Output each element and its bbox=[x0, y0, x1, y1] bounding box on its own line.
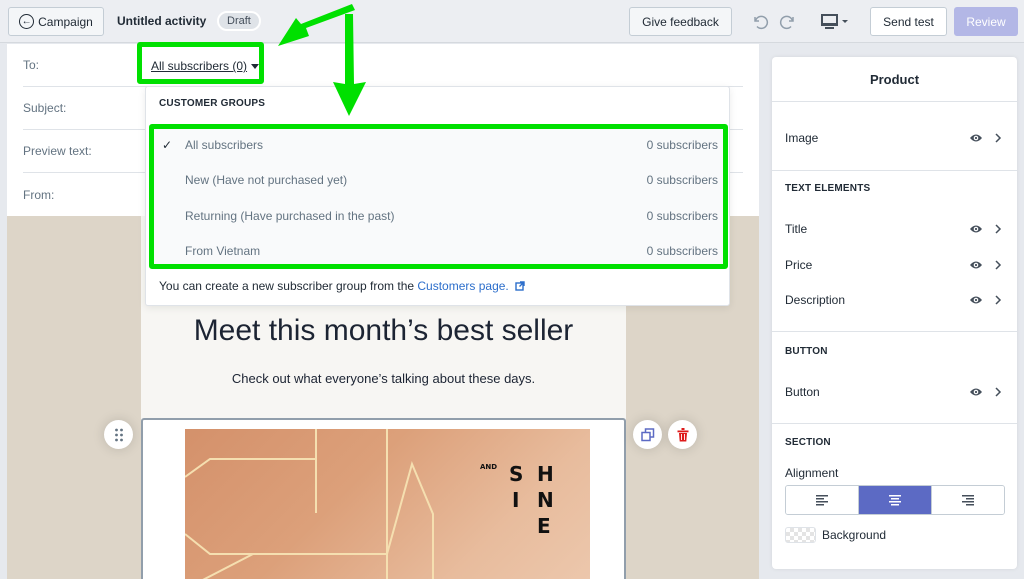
customer-groups-list: ✓ All subscribers 0 subscribers New (Hav… bbox=[154, 127, 724, 269]
send-test-button[interactable]: Send test bbox=[870, 7, 947, 36]
dropdown-footer: You can create a new subscriber group fr… bbox=[159, 279, 525, 293]
alignment-label: Alignment bbox=[785, 466, 839, 480]
align-right-button[interactable] bbox=[931, 486, 1004, 514]
group-count: 0 subscribers bbox=[646, 173, 718, 187]
group-count: 0 subscribers bbox=[646, 244, 718, 258]
product-settings-panel: Product Image TEXT ELEMENTS Title Price … bbox=[772, 57, 1017, 569]
email-subline[interactable]: Check out what everyone’s talking about … bbox=[141, 371, 626, 386]
status-badge: Draft bbox=[217, 11, 261, 31]
setting-row-title[interactable]: Title bbox=[785, 219, 1007, 239]
email-headline[interactable]: Meet this month’s best seller bbox=[141, 314, 626, 348]
group-label: All subscribers bbox=[185, 137, 264, 152]
image-letter-i: I bbox=[512, 488, 519, 512]
back-button-label: Campaign bbox=[38, 14, 93, 29]
group-count: 0 subscribers bbox=[646, 208, 718, 223]
image-letter-h: H bbox=[537, 462, 554, 486]
drag-dots-icon bbox=[114, 428, 123, 441]
section-header-section: SECTION bbox=[785, 437, 831, 448]
drag-handle[interactable] bbox=[104, 420, 133, 449]
activity-title: Untitled activity bbox=[117, 14, 207, 28]
chevron-right-icon[interactable] bbox=[993, 293, 1003, 307]
divider bbox=[772, 331, 1017, 332]
footer-text: You can create a new subscriber group fr… bbox=[159, 279, 418, 293]
delete-button[interactable] bbox=[668, 420, 697, 449]
alignment-button-group bbox=[785, 485, 1005, 515]
duplicate-button[interactable] bbox=[633, 420, 662, 449]
setting-label: Price bbox=[785, 258, 813, 272]
image-text-and: AND bbox=[480, 463, 497, 471]
recipients-value: All subscribers (0) bbox=[151, 59, 248, 73]
group-option-new[interactable]: New (Have not purchased yet) 0 subscribe… bbox=[154, 163, 724, 198]
to-label: To: bbox=[23, 58, 40, 72]
chevron-right-icon[interactable] bbox=[993, 131, 1003, 145]
divider bbox=[772, 423, 1017, 424]
customers-page-link[interactable]: Customers page. bbox=[417, 279, 508, 293]
preview-text-label: Preview text: bbox=[23, 144, 92, 158]
group-label: Returning (Have purchased in the past) bbox=[185, 208, 395, 223]
align-left-icon bbox=[816, 495, 828, 506]
section-header-button: BUTTON bbox=[785, 346, 828, 357]
eye-icon[interactable] bbox=[969, 131, 983, 145]
customer-groups-dropdown: CUSTOMER GROUPS ✓ All subscribers 0 subs… bbox=[145, 86, 730, 306]
back-to-campaign-button[interactable]: ← Campaign bbox=[8, 7, 104, 36]
give-feedback-button[interactable]: Give feedback bbox=[629, 7, 732, 36]
group-label: From Vietnam bbox=[185, 244, 261, 258]
setting-label: Title bbox=[785, 222, 808, 236]
group-option-vietnam[interactable]: From Vietnam 0 subscribers bbox=[154, 234, 724, 269]
eye-icon[interactable] bbox=[969, 293, 983, 307]
setting-row-price[interactable]: Price bbox=[785, 255, 1007, 275]
recipients-select[interactable]: All subscribers (0) bbox=[151, 59, 260, 73]
caret-down-icon bbox=[251, 63, 260, 69]
chevron-right-icon[interactable] bbox=[993, 222, 1003, 236]
setting-row-description[interactable]: Description bbox=[785, 290, 1007, 310]
section-header-text-elements: TEXT ELEMENTS bbox=[785, 183, 871, 194]
background-label: Background bbox=[822, 528, 887, 542]
image-letter-s: S bbox=[509, 462, 523, 486]
arrow-left-circle-icon: ← bbox=[19, 14, 35, 29]
divider bbox=[772, 170, 1017, 171]
checkmark-icon: ✓ bbox=[162, 137, 173, 152]
panel-title: Product bbox=[772, 57, 1017, 102]
top-bar: ← Campaign Untitled activity Draft Give … bbox=[0, 0, 1024, 43]
chevron-right-icon[interactable] bbox=[993, 258, 1003, 272]
image-letter-n: N bbox=[537, 488, 554, 512]
align-center-button[interactable] bbox=[858, 486, 931, 514]
group-label: New (Have not purchased yet) bbox=[185, 173, 348, 187]
image-letter-e: E bbox=[537, 514, 551, 538]
eye-icon[interactable] bbox=[969, 385, 983, 399]
product-image[interactable]: AND S H I N E bbox=[185, 429, 590, 579]
subject-label: Subject: bbox=[23, 101, 67, 115]
setting-label: Button bbox=[785, 385, 820, 399]
align-right-icon bbox=[962, 495, 974, 506]
setting-row-button[interactable]: Button bbox=[785, 382, 1007, 402]
alignment-label-row: Alignment bbox=[785, 463, 1007, 483]
group-count: 0 subscribers bbox=[646, 137, 718, 152]
to-row: To: bbox=[23, 44, 743, 87]
align-center-icon bbox=[889, 495, 901, 506]
redo-icon[interactable] bbox=[777, 11, 799, 33]
background-label-row: Background bbox=[822, 525, 1024, 545]
eye-icon[interactable] bbox=[969, 222, 983, 236]
from-label: From: bbox=[23, 187, 55, 202]
duplicate-icon bbox=[640, 427, 654, 441]
setting-label: Image bbox=[785, 131, 819, 145]
align-left-button[interactable] bbox=[786, 486, 858, 514]
geometric-pattern: AND S H I N E bbox=[185, 429, 554, 579]
group-option-returning[interactable]: Returning (Have purchased in the past) 0… bbox=[154, 198, 724, 233]
background-color-swatch[interactable] bbox=[785, 527, 816, 543]
dropdown-header: CUSTOMER GROUPS bbox=[159, 98, 266, 109]
group-option-all[interactable]: ✓ All subscribers 0 subscribers bbox=[154, 127, 724, 162]
device-preview-dropdown[interactable] bbox=[819, 11, 853, 33]
review-button[interactable]: Review bbox=[954, 7, 1018, 36]
desktop-icon bbox=[821, 14, 848, 29]
undo-icon[interactable] bbox=[749, 11, 771, 33]
chevron-right-icon[interactable] bbox=[993, 385, 1003, 399]
external-link-icon bbox=[515, 281, 525, 291]
trash-icon bbox=[677, 427, 688, 441]
eye-icon[interactable] bbox=[969, 258, 983, 272]
setting-row-image[interactable]: Image bbox=[785, 128, 1007, 148]
setting-label: Description bbox=[785, 293, 846, 307]
